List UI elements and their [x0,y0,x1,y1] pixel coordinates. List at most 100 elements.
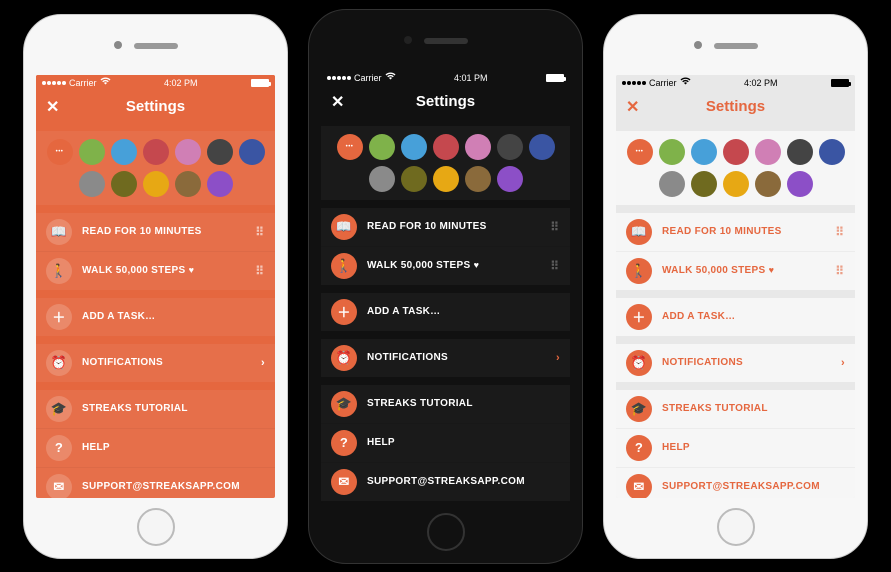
color-swatch-green[interactable] [79,139,105,165]
book-icon: 📖 [331,214,357,240]
color-swatch-dark-gray[interactable] [497,134,523,160]
support-row[interactable]: 🎓STREAKS TUTORIAL [616,390,855,428]
clock: 4:02 PM [164,78,198,88]
task-row[interactable]: 🚶 WALK 50,000 STEPS ♥ ⠿ [36,251,275,290]
support-label: STREAKS TUTORIAL [367,398,560,409]
drag-handle-icon[interactable]: ⠿ [550,259,560,273]
color-swatch-purple[interactable] [497,166,523,192]
drag-handle-icon[interactable]: ⠿ [550,220,560,234]
color-swatch-pink[interactable] [755,139,781,165]
chevron-right-icon: › [261,357,265,369]
color-swatch-orange[interactable]: ••• [47,139,73,165]
tasks-section: 📖READ FOR 10 MINUTES⠿🚶WALK 50,000 STEPS … [321,208,570,285]
task-row[interactable]: 🚶WALK 50,000 STEPS ♥⠿ [616,251,855,290]
color-swatch-amber[interactable] [723,171,749,197]
support-row[interactable]: ?HELP [36,428,275,467]
color-swatch-brown[interactable] [465,166,491,192]
add-task-section: ＋ ADD A TASK… [321,293,570,331]
color-swatch-olive[interactable] [401,166,427,192]
task-label: WALK 50,000 STEPS ♥ [82,265,245,276]
color-swatch-olive[interactable] [691,171,717,197]
tasks-section: 📖READ FOR 10 MINUTES⠿🚶WALK 50,000 STEPS … [616,213,855,290]
color-swatch-gray[interactable] [369,166,395,192]
book-icon: 📖 [626,219,652,245]
support-label: SUPPORT@STREAKSAPP.COM [662,481,845,492]
clock: 4:01 PM [454,73,488,83]
task-row[interactable]: 📖READ FOR 10 MINUTES⠿ [321,208,570,246]
screen: Carrier 4:02 PM ✕ Settings ••• 📖READ FOR… [36,75,275,498]
notifications-label: NOTIFICATIONS [82,357,251,368]
color-swatch-gray[interactable] [79,171,105,197]
color-swatch-gray[interactable] [659,171,685,197]
alarm-icon: ⏰ [331,345,357,371]
notifications-row[interactable]: ⏰ NOTIFICATIONS › [616,344,855,382]
status-bar: Carrier 4:02 PM [36,75,275,91]
support-row[interactable]: ✉SUPPORT@STREAKSAPP.COM [616,467,855,498]
color-swatch-blue[interactable] [691,139,717,165]
drag-handle-icon[interactable]: ⠿ [835,264,845,278]
color-swatch-red[interactable] [433,134,459,160]
color-swatch-purple[interactable] [787,171,813,197]
support-row[interactable]: ?HELP [321,423,570,462]
notifications-label: NOTIFICATIONS [367,352,546,363]
notifications-row[interactable]: ⏰ NOTIFICATIONS › [321,339,570,377]
heart-icon: ♥ [474,260,480,270]
carrier-label: Carrier [649,78,677,88]
drag-handle-icon[interactable]: ⠿ [255,225,265,239]
color-swatch-blue[interactable] [401,134,427,160]
color-swatch-purple[interactable] [207,171,233,197]
color-swatch-blue[interactable] [111,139,137,165]
task-row[interactable]: 🚶WALK 50,000 STEPS ♥⠿ [321,246,570,285]
add-task-row[interactable]: ＋ ADD A TASK… [321,293,570,331]
notifications-section: ⏰ NOTIFICATIONS › [321,339,570,377]
add-task-row[interactable]: ＋ ADD A TASK… [36,298,275,336]
color-swatch-olive[interactable] [111,171,137,197]
support-row[interactable]: 🎓STREAKS TUTORIAL [36,390,275,428]
color-swatch-dark-gray[interactable] [787,139,813,165]
notifications-row[interactable]: ⏰ NOTIFICATIONS › [36,344,275,382]
home-button[interactable] [427,513,465,551]
support-row[interactable]: 🎓STREAKS TUTORIAL [321,385,570,423]
close-icon[interactable]: ✕ [626,97,639,117]
task-row[interactable]: 📖READ FOR 10 MINUTES⠿ [616,213,855,251]
color-swatch-red[interactable] [723,139,749,165]
color-swatch-green[interactable] [659,139,685,165]
color-swatch-red[interactable] [143,139,169,165]
color-swatch-orange[interactable]: ••• [337,134,363,160]
color-swatch-amber[interactable] [143,171,169,197]
color-swatch-brown[interactable] [755,171,781,197]
battery-icon [546,74,564,82]
color-swatch-navy[interactable] [239,139,265,165]
walk-icon: 🚶 [46,258,72,284]
color-swatch-navy[interactable] [819,139,845,165]
color-swatch-dark-gray[interactable] [207,139,233,165]
support-row[interactable]: ✉SUPPORT@STREAKSAPP.COM [321,462,570,501]
color-swatch-pink[interactable] [175,139,201,165]
add-task-row[interactable]: ＋ ADD A TASK… [616,298,855,336]
support-row[interactable]: ✉SUPPORT@STREAKSAPP.COM [36,467,275,498]
task-row[interactable]: 📖READ FOR 10 MINUTES⠿ [36,213,275,251]
close-icon[interactable]: ✕ [46,97,59,117]
color-swatch-orange[interactable]: ••• [627,139,653,165]
home-button[interactable] [717,508,755,546]
signal-icon [327,76,351,80]
color-swatch-amber[interactable] [433,166,459,192]
support-row[interactable]: ?HELP [616,428,855,467]
color-swatch-green[interactable] [369,134,395,160]
phone-speaker [714,43,758,49]
page-title: Settings [706,98,765,115]
color-swatch-pink[interactable] [465,134,491,160]
ellipsis-icon: ••• [346,144,354,150]
color-swatch-navy[interactable] [529,134,555,160]
walk-icon: 🚶 [331,253,357,279]
drag-handle-icon[interactable]: ⠿ [255,264,265,278]
settings-content: ••• 📖READ FOR 10 MINUTES⠿🚶WALK 50,000 ST… [616,123,855,498]
drag-handle-icon[interactable]: ⠿ [835,225,845,239]
notifications-label: NOTIFICATIONS [662,357,831,368]
home-button[interactable] [137,508,175,546]
close-icon[interactable]: ✕ [331,92,344,112]
alarm-icon: ⏰ [626,350,652,376]
wifi-icon [680,77,691,88]
carrier-label: Carrier [354,73,382,83]
color-swatch-brown[interactable] [175,171,201,197]
